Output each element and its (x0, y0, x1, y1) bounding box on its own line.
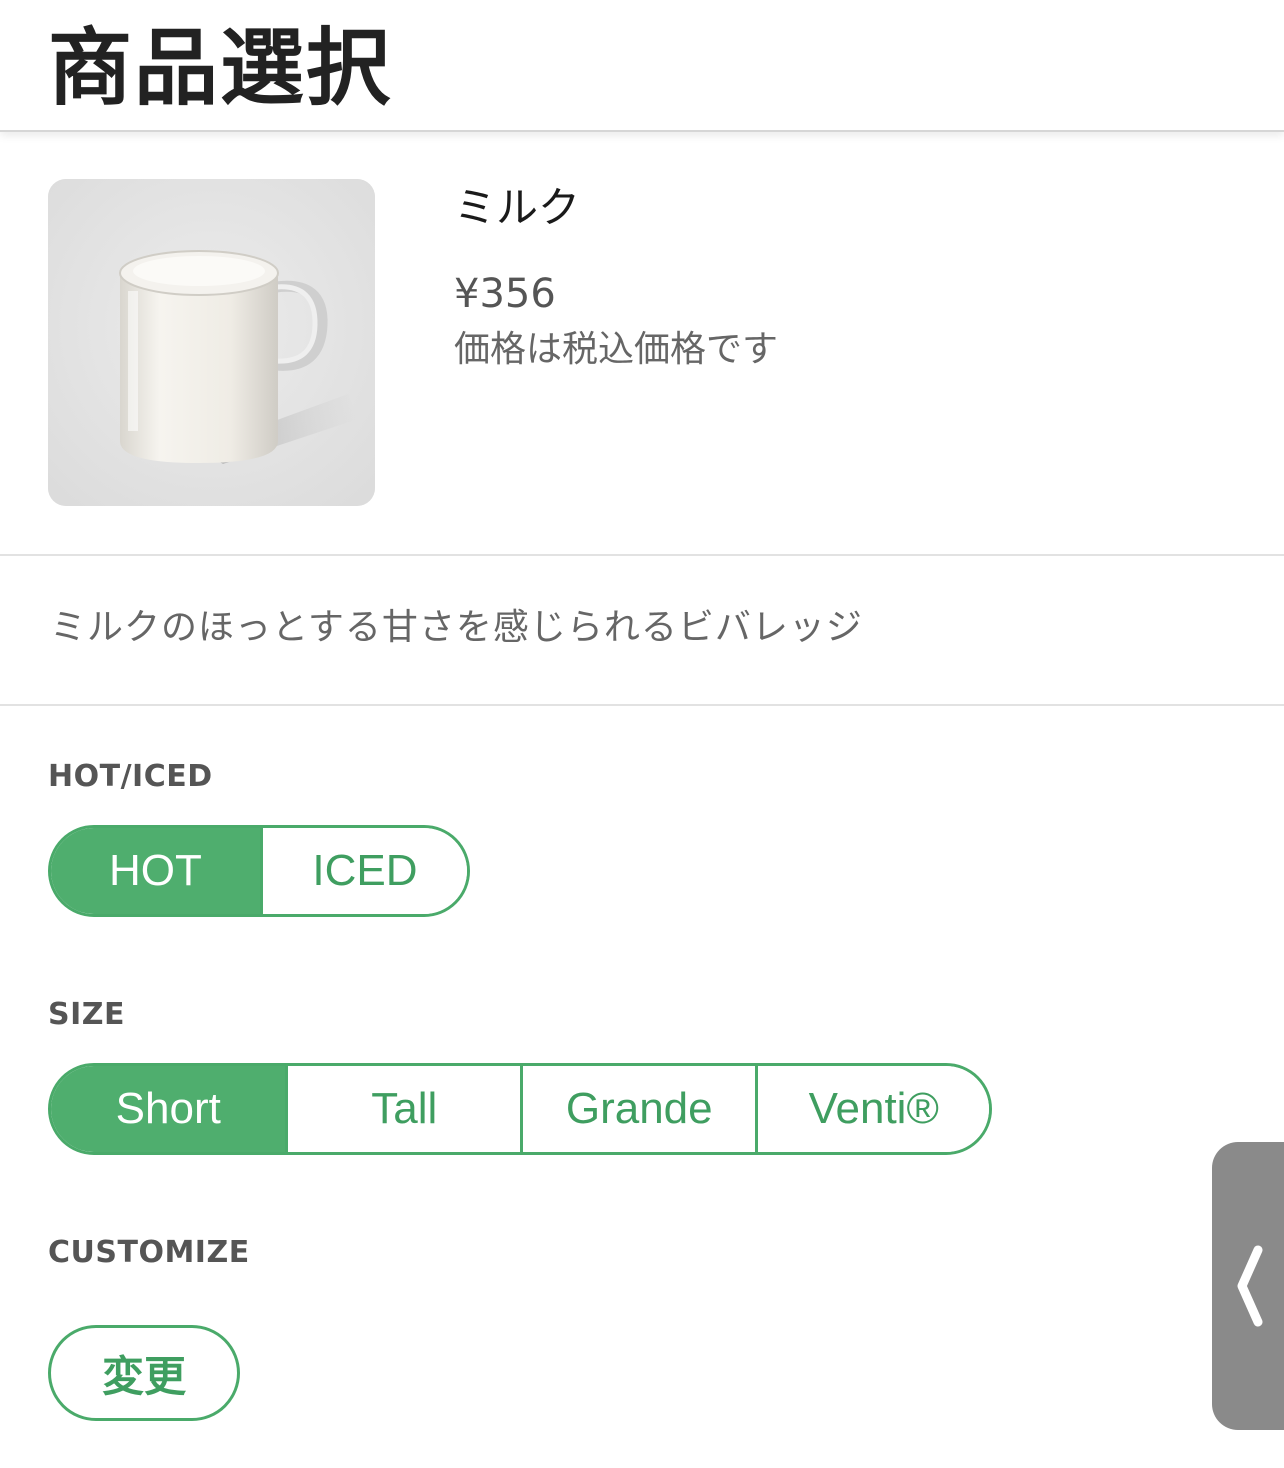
hot-iced-label: HOT/ICED (48, 759, 213, 794)
size-option-venti[interactable]: Venti® (755, 1066, 989, 1152)
description-text: ミルクのほっとする甘さを感じられるビバレッジ (50, 607, 863, 648)
milk-mug-image (48, 179, 375, 506)
iced-option[interactable]: ICED (259, 828, 467, 914)
customize-change-button[interactable]: 変更 (48, 1325, 240, 1421)
product-summary: ミルク ¥356 価格は税込価格です (0, 132, 1284, 556)
page-title: 商品選択 (48, 19, 393, 117)
side-panel-tab[interactable] (1212, 1142, 1284, 1430)
header-bar: 商品選択 (0, 0, 1284, 132)
size-label: SIZE (48, 997, 126, 1032)
size-option-tall[interactable]: Tall (285, 1066, 520, 1152)
size-option-short[interactable]: Short (51, 1066, 286, 1152)
size-option-grande[interactable]: Grande (519, 1066, 756, 1152)
customize-label: CUSTOMIZE (48, 1235, 250, 1270)
hot-iced-selector: HOT ICED (48, 825, 470, 917)
chevron-left-icon (1237, 1245, 1263, 1327)
product-image (48, 179, 375, 506)
tax-note: 価格は税込価格です (454, 329, 779, 370)
hot-option[interactable]: HOT (51, 828, 260, 914)
product-description: ミルクのほっとする甘さを感じられるビバレッジ (0, 556, 1284, 706)
product-name: ミルク (454, 183, 581, 232)
size-selector: Short Tall Grande Venti® (48, 1063, 992, 1155)
product-price: ¥356 (454, 271, 556, 317)
